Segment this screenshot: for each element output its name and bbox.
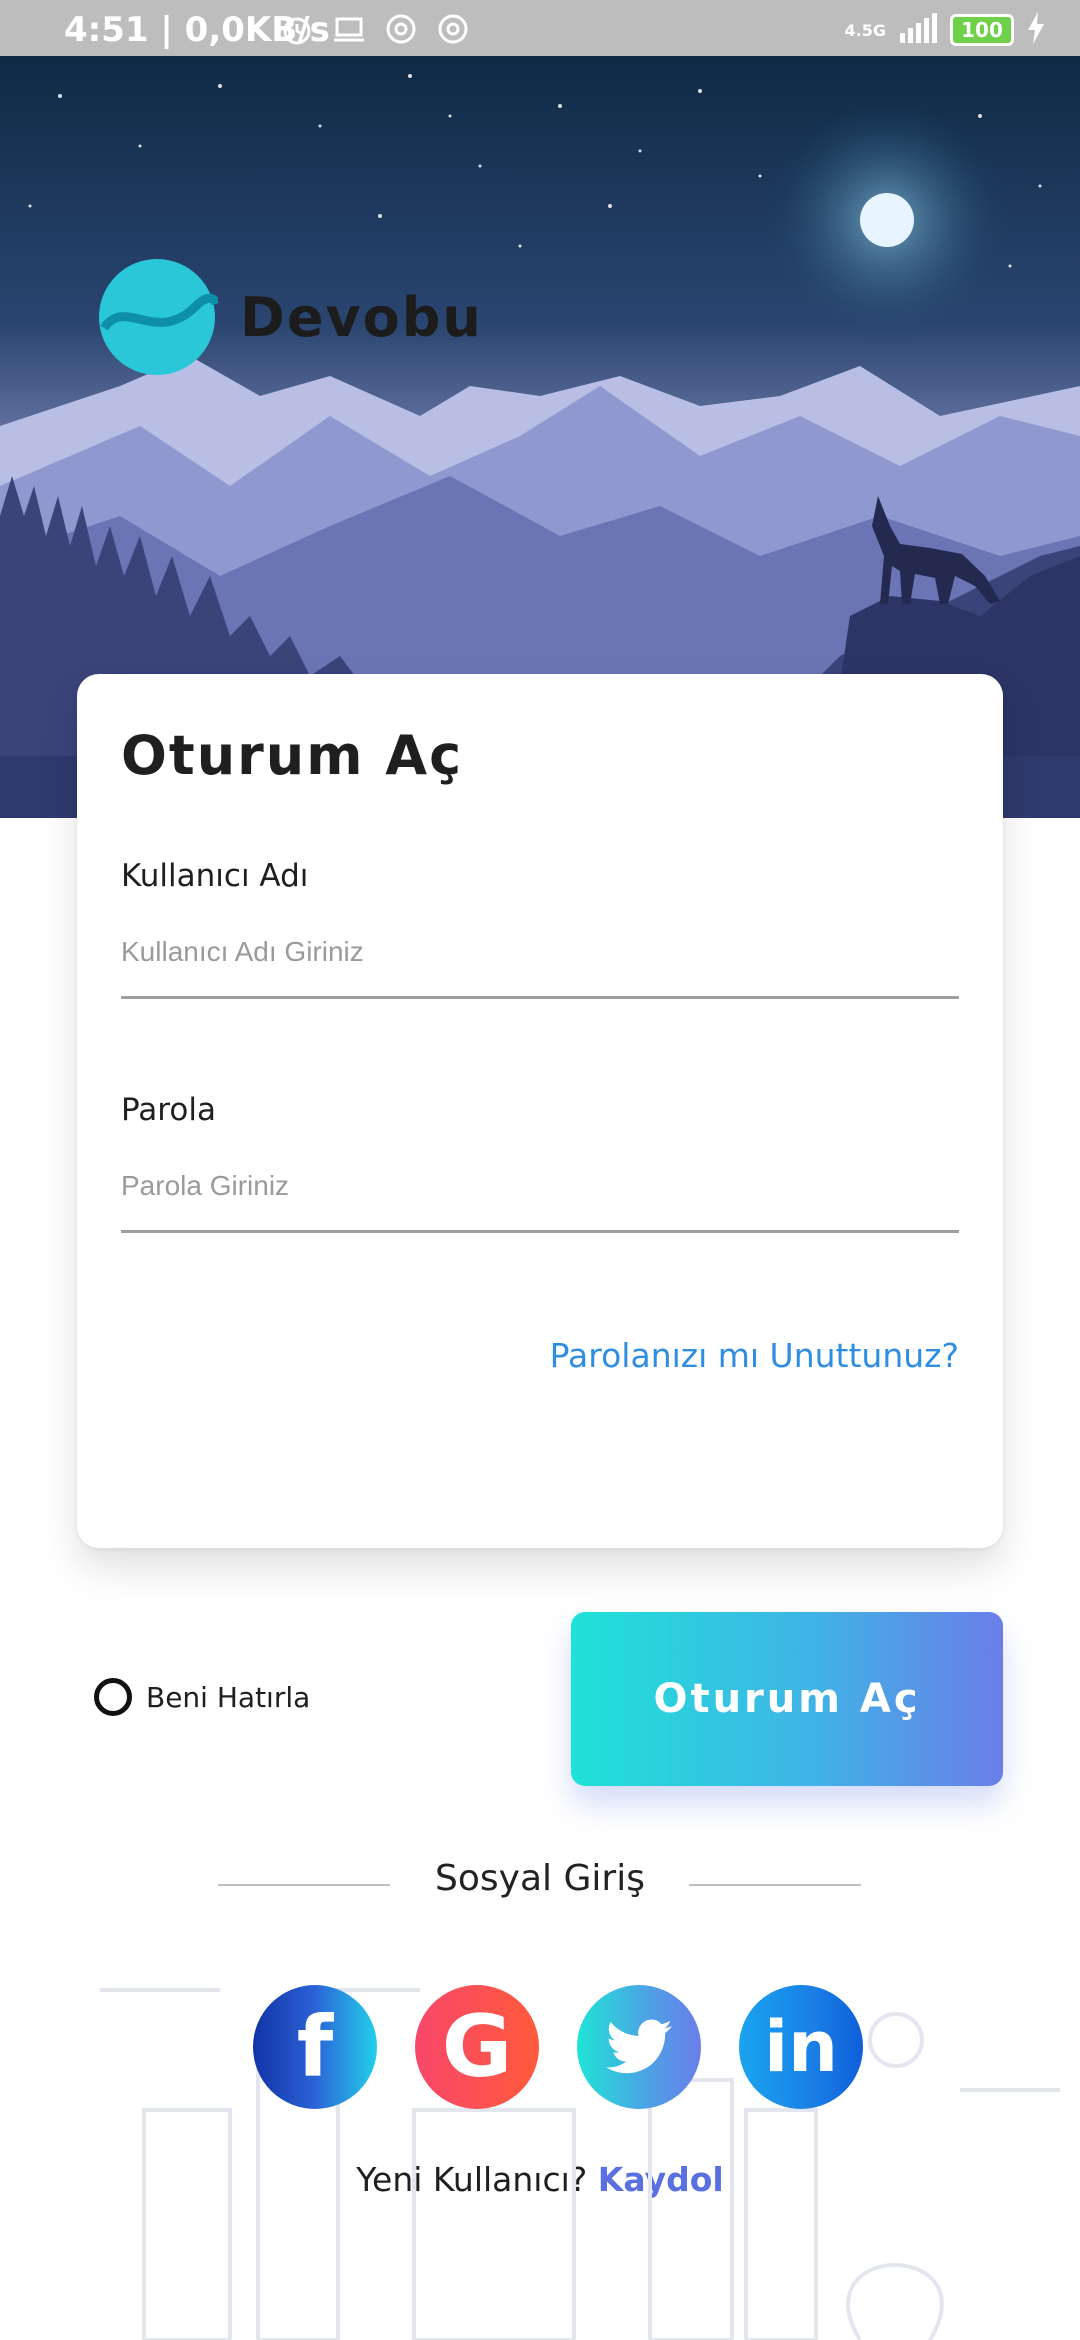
google-login-button[interactable]: G [415, 1985, 539, 2109]
username-field-wrapper [121, 916, 959, 999]
linkedin-icon: in [764, 2006, 838, 2088]
remember-me-label: Beni Hatırla [146, 1680, 311, 1714]
linkedin-login-button[interactable]: in [739, 1985, 863, 2109]
sync-icon-2 [436, 12, 470, 46]
status-icons [280, 12, 470, 46]
brand-name: Devobu [240, 285, 483, 349]
sync-icon [384, 12, 418, 46]
remember-me[interactable]: Beni Hatırla [94, 1678, 310, 1716]
clock-text: 4:51 [64, 10, 149, 50]
password-input[interactable] [121, 1150, 959, 1222]
social-login-buttons: f G in [253, 1985, 863, 2109]
devobu-logo-icon [99, 259, 218, 375]
signal-icon [898, 13, 938, 47]
remember-me-radio[interactable] [94, 1678, 132, 1716]
divider-right [689, 1884, 861, 1886]
battery-icon: 100 [950, 14, 1014, 46]
login-button[interactable]: Oturum Aç [571, 1612, 1003, 1786]
laptop-icon [332, 12, 366, 46]
login-title: Oturum Aç [121, 724, 464, 787]
status-bar: 4:51 | 0,0KB/s 4.5G 100 [0, 0, 1080, 56]
forgot-password-link[interactable]: Parolanızı mı Unuttunuz? [550, 1336, 959, 1375]
network-type-label: 4.5G [844, 20, 886, 40]
facebook-login-button[interactable]: f [253, 1985, 377, 2109]
facebook-icon: f [296, 1998, 334, 2096]
password-field-wrapper [121, 1150, 959, 1233]
charging-icon [1026, 12, 1046, 48]
status-right: 4.5G 100 [845, 12, 1046, 48]
username-label: Kullanıcı Adı [121, 858, 309, 894]
battery-level: 100 [961, 18, 1003, 42]
social-login-title: Sosyal Giriş [435, 1858, 645, 1899]
google-icon: G [441, 1997, 513, 2097]
brand: Devobu [96, 256, 483, 378]
twitter-login-button[interactable] [577, 1985, 701, 2109]
password-label: Parola [121, 1092, 216, 1128]
login-card: Oturum Aç Kullanıcı Adı Parola Parolanız… [77, 674, 1003, 1548]
alarm-icon [280, 12, 314, 46]
twitter-icon [606, 2019, 672, 2074]
username-input[interactable] [121, 916, 959, 988]
